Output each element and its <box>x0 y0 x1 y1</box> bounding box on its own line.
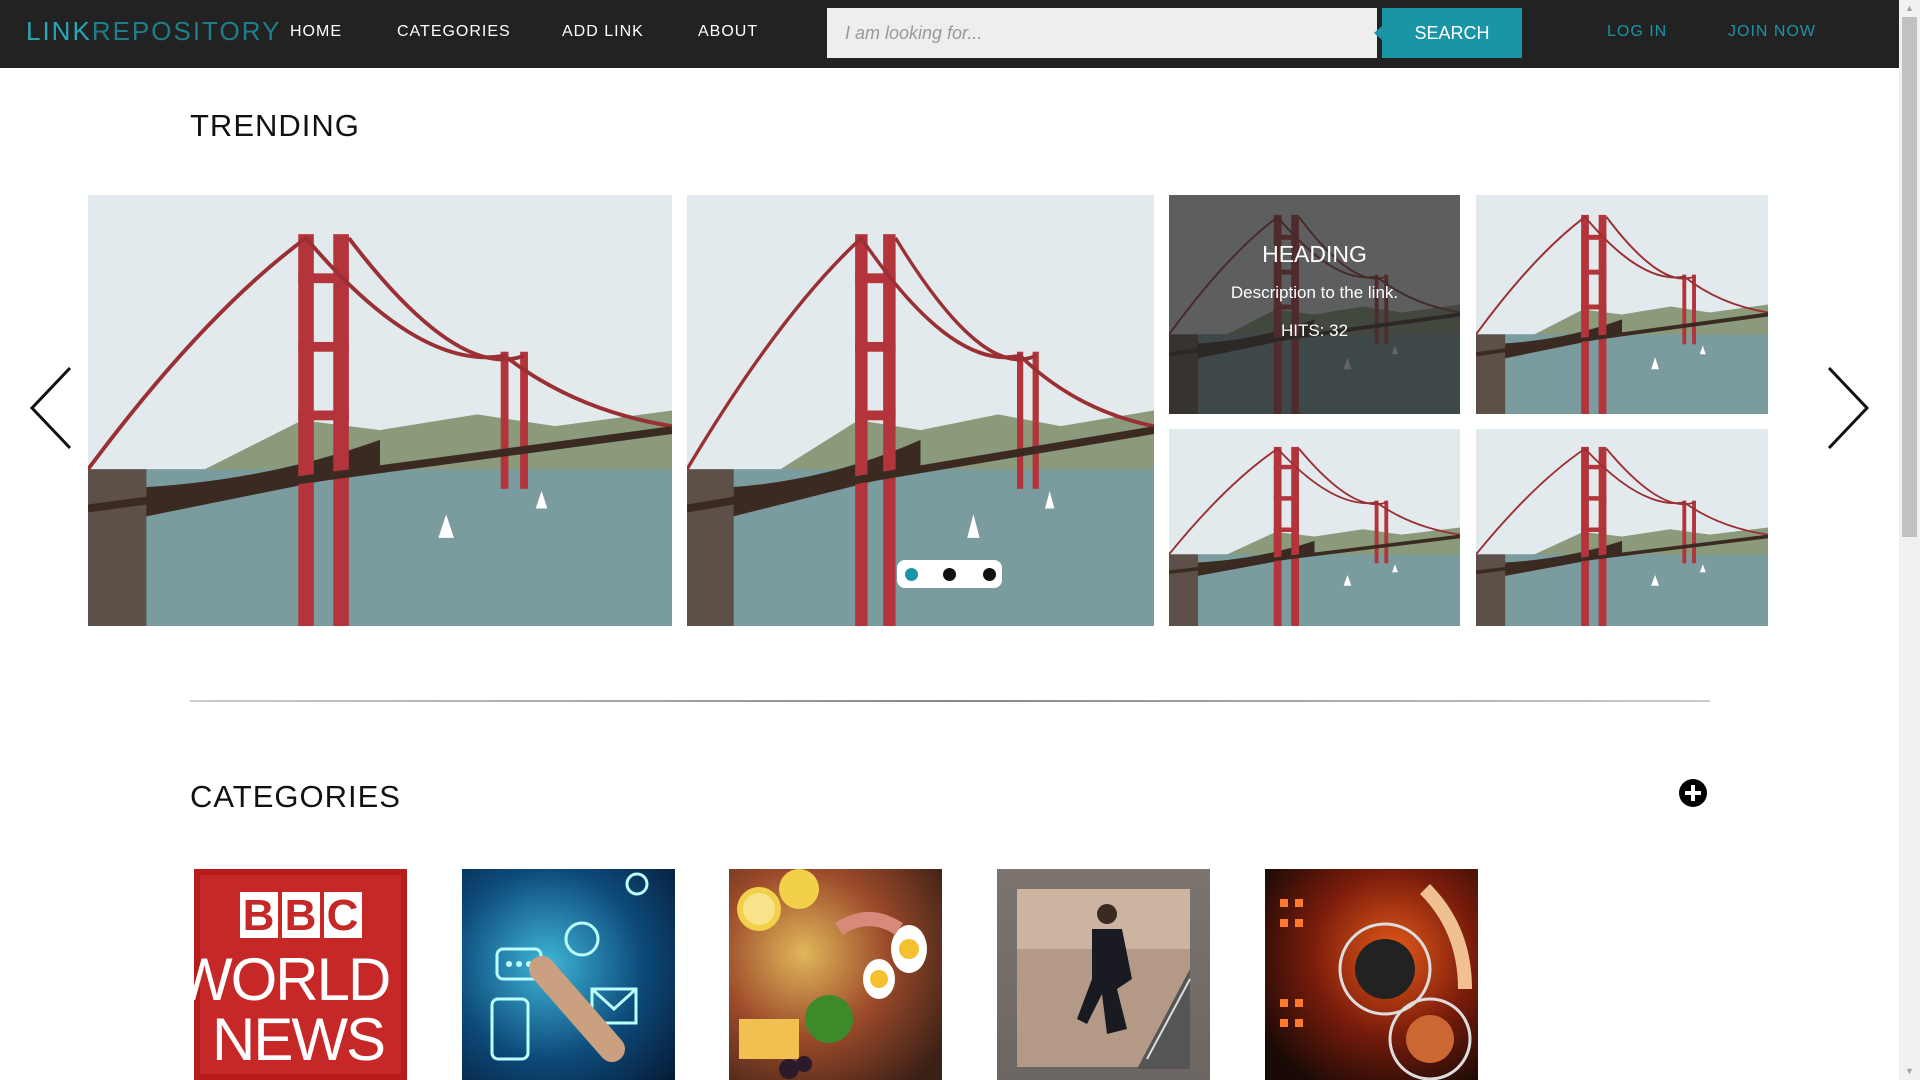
overlay-hits: HITS: 32 <box>1280 321 1349 340</box>
carousel-dot-3[interactable] <box>983 568 996 581</box>
link-hover-overlay[interactable]: HEADING Description to the link. HITS: 3… <box>1169 195 1460 414</box>
bbc-letter-c: C <box>323 892 362 940</box>
bbc-logo-letters: BBC <box>194 891 407 941</box>
category-music[interactable] <box>1265 869 1478 1080</box>
dj-mixer-image <box>1280 884 1472 1080</box>
trending-image-1[interactable] <box>88 195 672 626</box>
nav-about[interactable]: ABOUT <box>698 23 758 41</box>
bridge-photo-image <box>1476 195 1768 414</box>
navbar: LINKREPOSITORY HOME CATEGORIES ADD LINK … <box>0 0 1899 68</box>
search-button[interactable]: SEARCH <box>1374 8 1522 58</box>
site-logo[interactable]: LINKREPOSITORY <box>26 16 281 47</box>
trending-image-6[interactable] <box>1476 429 1768 626</box>
categories-title: CATEGORIES <box>190 779 401 814</box>
scrollbar-thumb[interactable] <box>1902 17 1917 537</box>
category-technology[interactable] <box>462 869 675 1080</box>
bbc-letter-b2: B <box>281 892 320 940</box>
search-input[interactable] <box>827 8 1377 58</box>
trending-title: TRENDING <box>190 108 360 143</box>
bbc-logo-world: WORLD <box>194 946 391 1013</box>
movie-poster-image <box>1017 889 1191 1069</box>
bbc-letter-b1: B <box>239 892 278 940</box>
scroll-down-arrow-icon[interactable]: ▼ <box>1899 1063 1920 1080</box>
bridge-photo-image <box>88 195 672 626</box>
add-category-plus-icon[interactable] <box>1679 779 1707 807</box>
technology-social-icons-image <box>490 872 649 1062</box>
nav-home[interactable]: HOME <box>290 23 342 41</box>
carousel-dot-2[interactable] <box>943 568 956 581</box>
carousel-next-arrow-icon[interactable] <box>1823 366 1871 450</box>
bridge-photo-image <box>1476 429 1768 626</box>
nav-add-link[interactable]: ADD LINK <box>562 23 644 41</box>
category-food[interactable] <box>729 869 942 1080</box>
carousel-dot-1[interactable] <box>905 568 918 581</box>
category-movies[interactable] <box>997 869 1210 1080</box>
page-scrollbar[interactable]: ▲ ▼ <box>1899 0 1920 1080</box>
overlay-description: Description to the link. <box>1230 283 1399 302</box>
trending-image-4[interactable] <box>1476 195 1768 414</box>
join-now-link[interactable]: JOIN NOW <box>1728 23 1816 41</box>
logo-part-link: LINK <box>26 16 92 46</box>
category-bbc-world-news[interactable]: BBC WORLD NEWS <box>194 869 407 1080</box>
nav-categories[interactable]: CATEGORIES <box>397 23 511 41</box>
logo-part-repository: REPOSITORY <box>91 16 282 46</box>
trending-image-3[interactable]: HEADING Description to the link. HITS: 3… <box>1169 195 1460 414</box>
bbc-logo-news: NEWS <box>212 1006 386 1073</box>
section-divider <box>190 700 1710 702</box>
trending-image-5[interactable] <box>1169 429 1460 626</box>
overlay-heading: HEADING <box>1262 241 1367 267</box>
food-platter-image <box>737 869 927 1079</box>
login-link[interactable]: LOG IN <box>1607 23 1667 41</box>
scroll-up-arrow-icon[interactable]: ▲ <box>1899 0 1920 17</box>
bridge-photo-image <box>1169 429 1460 626</box>
carousel-prev-arrow-icon[interactable] <box>28 366 76 450</box>
carousel-indicators <box>897 560 1002 588</box>
